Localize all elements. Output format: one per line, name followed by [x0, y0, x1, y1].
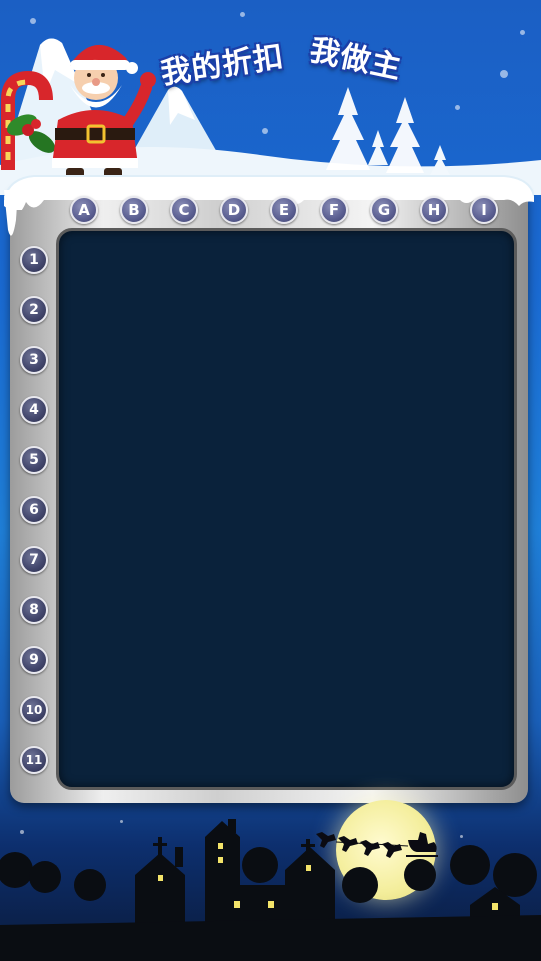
column-label: B [120, 196, 148, 224]
column-label: H [420, 196, 448, 224]
game-screen: 我的折扣 我做主 A B C D E F G H I 1 2 3 4 5 6 7… [0, 0, 541, 961]
title-part-2: 我做主 [306, 32, 405, 87]
column-label: D [220, 196, 248, 224]
row-label: 1 [20, 246, 48, 274]
row-label: 6 [20, 496, 48, 524]
village-silhouette [0, 819, 541, 961]
snowy-trees [326, 87, 450, 175]
column-label: A [70, 196, 98, 224]
row-label: 8 [20, 596, 48, 624]
title-part-1: 我的折扣 [158, 39, 287, 92]
santa-icon [0, 44, 156, 178]
column-label: E [270, 196, 298, 224]
row-label: 7 [20, 546, 48, 574]
snow-drip-left [4, 190, 18, 236]
row-label: 4 [20, 396, 48, 424]
row-label: 2 [20, 296, 48, 324]
game-board[interactable] [56, 228, 517, 790]
row-label: 3 [20, 346, 48, 374]
row-label: 9 [20, 646, 48, 674]
row-label: 5 [20, 446, 48, 474]
column-label: F [320, 196, 348, 224]
column-label: G [370, 196, 398, 224]
title-banner: 我的折扣 我做主 [158, 22, 430, 92]
column-label: C [170, 196, 198, 224]
row-label: 11 [20, 746, 48, 774]
column-label: I [470, 196, 498, 224]
row-label: 10 [20, 696, 48, 724]
